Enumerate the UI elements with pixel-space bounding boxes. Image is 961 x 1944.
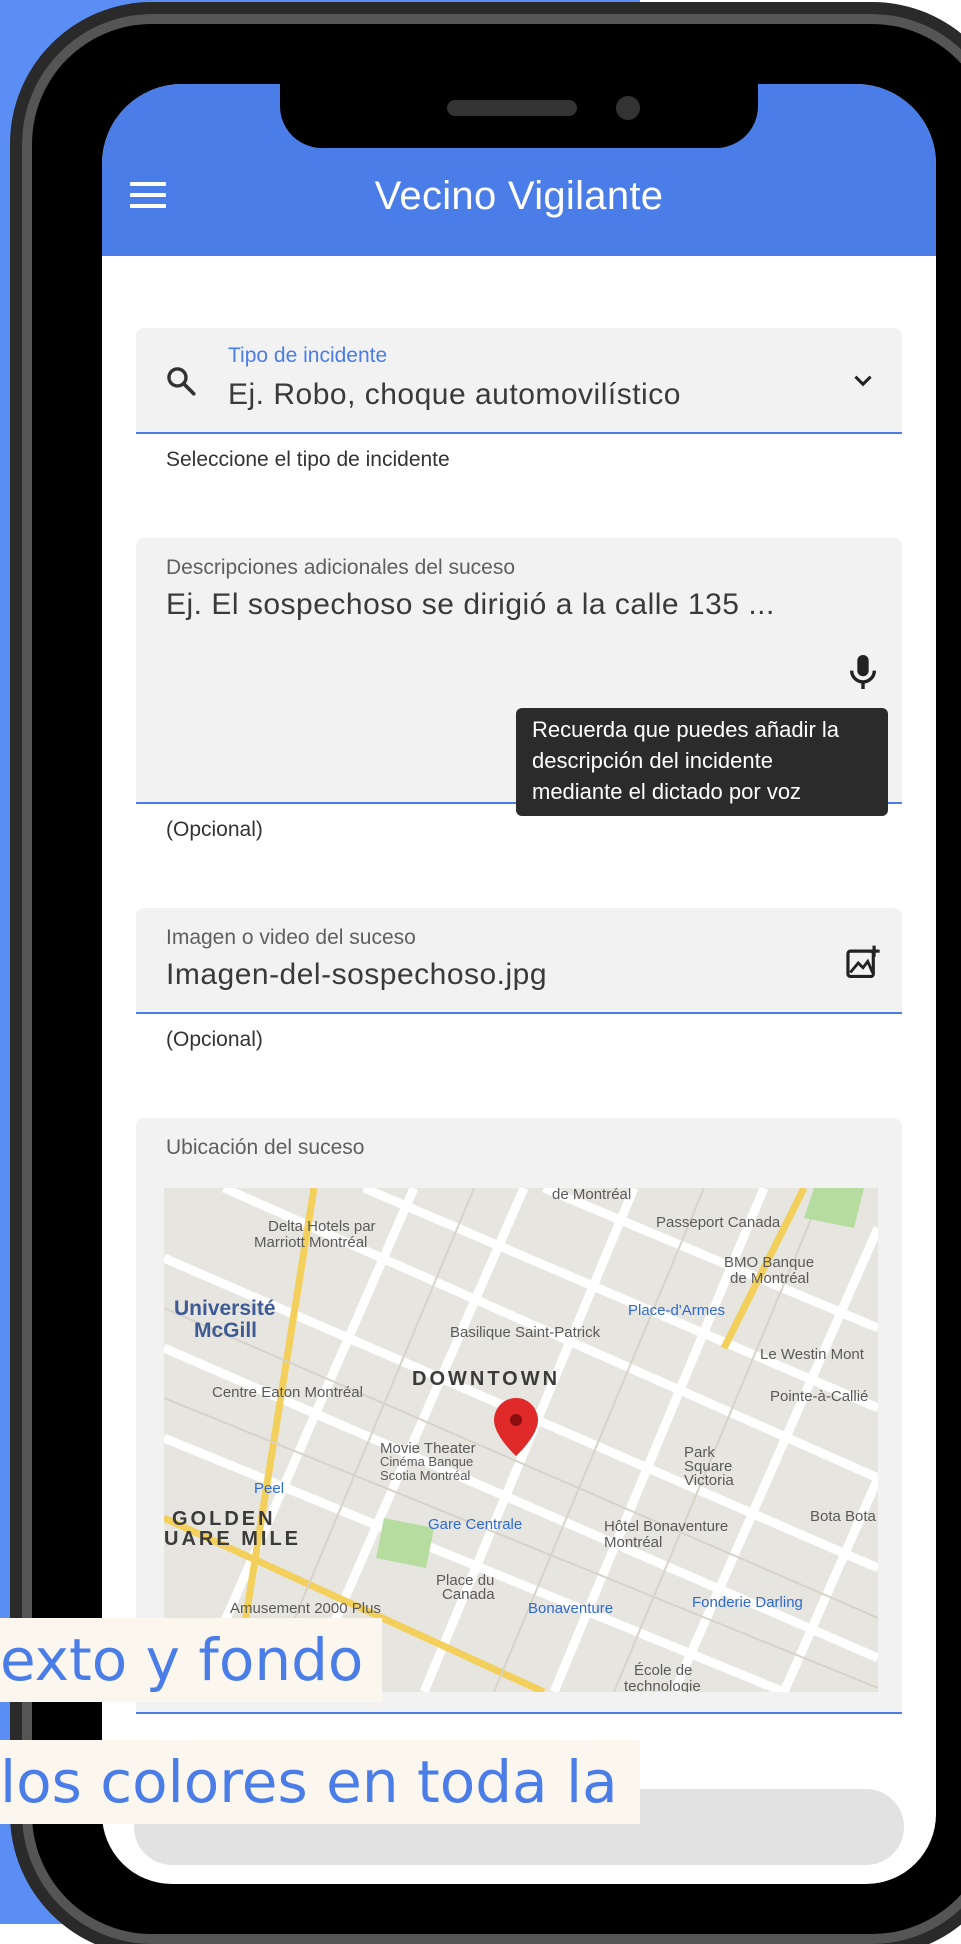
chevron-down-icon[interactable] — [850, 368, 876, 394]
app-screen: Vecino Vigilante Tipo de incidente Ej. R… — [102, 84, 936, 1884]
media-value: Imagen-del-sospechoso.jpg — [166, 958, 548, 991]
incident-type-label: Tipo de incidente — [228, 344, 388, 367]
map-label: de Montréal — [552, 1188, 632, 1203]
phone-notch — [280, 84, 758, 148]
map-label: Montréal — [604, 1534, 663, 1551]
map-label: Gare Centrale — [428, 1516, 523, 1533]
map-label: technologie — [624, 1678, 701, 1692]
map-label: de Montréal — [730, 1270, 810, 1287]
description-helper: (Opcional) — [166, 818, 263, 841]
media-upload-field[interactable]: Imagen o video del suceso Imagen-del-sos… — [136, 908, 902, 1014]
location-label: Ubicación del suceso — [166, 1136, 365, 1159]
map-label: Amusement 2000 Plus — [230, 1600, 381, 1617]
map-label: Centre Eaton Montréal — [212, 1384, 363, 1401]
incident-type-placeholder: Ej. Robo, choque automovilístico — [228, 378, 681, 411]
camera — [616, 96, 640, 120]
voice-dictation-tooltip: Recuerda que puedes añadir la descripció… — [516, 708, 888, 816]
microphone-icon[interactable] — [846, 652, 880, 692]
location-map[interactable]: de Montréal Delta Hotels par Marriott Mo… — [164, 1188, 878, 1692]
map-label: Marriott Montréal — [254, 1234, 368, 1251]
add-photo-icon[interactable] — [844, 944, 882, 982]
map-label: Canada — [442, 1586, 495, 1603]
description-label: Descripciones adicionales del suceso — [166, 556, 516, 579]
caption-overlay: los colores en toda la — [0, 1740, 640, 1824]
map-label: Basilique Saint-Patrick — [450, 1324, 601, 1341]
search-icon — [167, 367, 196, 396]
map-label: Scotia Montréal — [380, 1468, 471, 1483]
map-label: Fonderie Darling — [692, 1594, 803, 1611]
app-title: Vecino Vigilante — [374, 174, 664, 218]
description-placeholder: Ej. El sospechoso se dirigió a la calle … — [166, 588, 775, 621]
speaker — [447, 100, 577, 116]
map-label: BMO Banque — [724, 1254, 815, 1271]
map-label: Bonaventure — [528, 1600, 614, 1617]
map-label: Place-d'Armes — [628, 1302, 726, 1319]
map-label: McGill — [194, 1319, 258, 1342]
map-label: Passeport Canada — [656, 1214, 781, 1231]
map-label: École de — [634, 1662, 693, 1679]
caption-overlay: exto y fondo — [0, 1618, 382, 1702]
map-label: Bota Bota — [810, 1508, 876, 1525]
map-label: Delta Hotels par — [268, 1218, 376, 1235]
map-label: DOWNTOWN — [412, 1368, 561, 1390]
tooltip-line: Recuerda que puedes añadir la — [532, 717, 840, 742]
map-label: Le Westin Mont — [760, 1346, 864, 1363]
map-label: Hôtel Bonaventure — [604, 1518, 729, 1535]
map-label: Peel — [254, 1480, 285, 1497]
media-label: Imagen o video del suceso — [166, 926, 416, 949]
incident-type-select[interactable]: Tipo de incidente Ej. Robo, choque autom… — [136, 328, 902, 434]
map-label: Université — [174, 1297, 276, 1320]
map-pin-icon[interactable] — [494, 1398, 538, 1456]
incident-type-helper: Seleccione el tipo de incidente — [166, 448, 450, 471]
map-label: Victoria — [684, 1472, 734, 1489]
map-label: Pointe-à-Callié — [770, 1388, 869, 1405]
tooltip-line: descripción del incidente — [532, 748, 773, 773]
tooltip-line: mediante el dictado por voz — [532, 779, 802, 804]
map-label: Cinéma Banque — [380, 1454, 474, 1469]
media-helper: (Opcional) — [166, 1028, 263, 1051]
map-label: UARE MILE — [164, 1528, 301, 1550]
